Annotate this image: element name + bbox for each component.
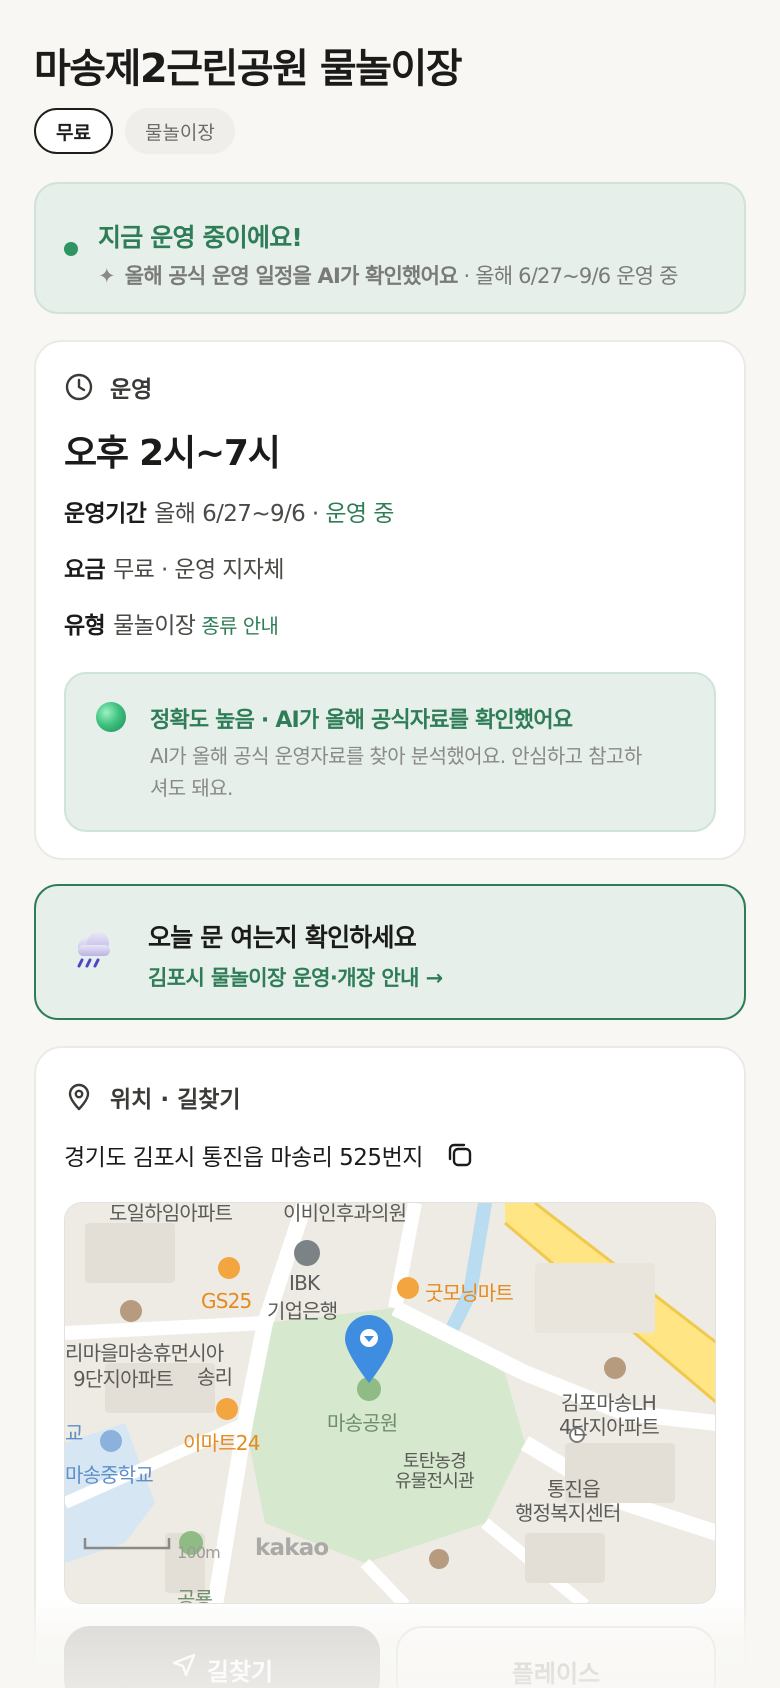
ai-accuracy-description: AI가 올해 공식 운영자료를 찾아 분석했어요. 안심하고 참고하셔도 돼요. bbox=[150, 744, 642, 800]
fee-value: 무료 · 운영 지자체 bbox=[113, 557, 284, 583]
map-label: 마송중학교 bbox=[65, 1463, 154, 1487]
map-view[interactable]: 도일하임아파트 이비인후과의원 IBK 기업은행 GS25 굿모닝마트 리마을마… bbox=[64, 1202, 716, 1604]
operating-hours: 오후 2시~7시 bbox=[64, 433, 281, 474]
status-dot-icon bbox=[64, 242, 78, 256]
page-title: 마송제2근린공원 물놀이장 bbox=[34, 46, 463, 92]
open-check-notice[interactable]: 오늘 문 여는지 확인하세요 김포시 물놀이장 운영·개장 안내 → bbox=[34, 884, 746, 1020]
ai-orb-icon bbox=[96, 702, 126, 732]
location-pin-icon bbox=[68, 1083, 90, 1111]
map-label: 행정복지센터 bbox=[515, 1501, 621, 1525]
tag-chips: 무료 물놀이장 bbox=[34, 108, 235, 154]
period-value: 올해 6/27~9/6 · bbox=[154, 501, 326, 527]
fee-row: 요금 무료 · 운영 지자체 bbox=[64, 550, 284, 584]
place-button[interactable]: 플레이스 bbox=[396, 1626, 716, 1688]
chip-fee[interactable]: 무료 bbox=[34, 108, 113, 154]
fee-key: 요금 bbox=[64, 557, 106, 583]
map-label: GS25 bbox=[201, 1289, 252, 1313]
map-label: 교 bbox=[65, 1421, 83, 1445]
type-row: 유형 물놀이장 종류 안내 bbox=[64, 606, 279, 640]
location-section-header: 위치 · 길찾기 bbox=[64, 1080, 241, 1114]
map-label: 굿모닝마트 bbox=[425, 1281, 514, 1305]
map-label: 송리 bbox=[197, 1365, 233, 1389]
period-key: 운영기간 bbox=[64, 501, 147, 527]
operation-card: 운영 오후 2시~7시 운영기간 올해 6/27~9/6 · 운영 중 요금 무료 … bbox=[34, 340, 746, 860]
status-subtitle: ✦ 올해 공식 운영 일정을 AI가 확인했어요 · 올해 6/27~9/6 운영… bbox=[98, 260, 738, 290]
place-label: 플레이스 bbox=[511, 1660, 601, 1688]
map-label: 기업은행 bbox=[267, 1299, 338, 1323]
chip-type[interactable]: 물놀이장 bbox=[124, 108, 235, 154]
map-label: 9단지아파트 bbox=[73, 1367, 174, 1391]
location-card: 위치 · 길찾기 경기도 김포시 통진읍 마송리 525번지 도일하임아파트 이… bbox=[34, 1046, 746, 1688]
address-text: 경기도 김포시 통진읍 마송리 525번지 bbox=[64, 1145, 423, 1171]
navigation-arrow-icon bbox=[172, 1653, 196, 1677]
map-scale-label: 100m bbox=[177, 1543, 221, 1562]
directions-label: 길찾기 bbox=[206, 1658, 274, 1686]
notice-link[interactable]: 김포시 물놀이장 운영·개장 안내 → bbox=[148, 962, 443, 992]
clock-icon bbox=[65, 373, 93, 401]
status-sub-bold: 올해 공식 운영 일정을 AI가 확인했어요 bbox=[124, 264, 459, 288]
period-status: 운영 중 bbox=[325, 501, 394, 527]
type-key: 유형 bbox=[64, 613, 106, 639]
kakao-map-logo: kakao bbox=[255, 1535, 329, 1561]
address-row: 경기도 김포시 통진읍 마송리 525번지 bbox=[64, 1138, 475, 1172]
map-label: 마송공원 bbox=[327, 1411, 398, 1435]
period-row: 운영기간 올해 6/27~9/6 · 운영 중 bbox=[64, 494, 394, 528]
map-label: 유물전시관 bbox=[395, 1471, 475, 1492]
location-section-label: 위치 · 길찾기 bbox=[110, 1087, 241, 1113]
type-value: 물놀이장 bbox=[113, 613, 196, 639]
operating-status-banner: 지금 운영 중이에요! ✦ 올해 공식 운영 일정을 AI가 확인했어요 · 올해… bbox=[34, 182, 746, 314]
ai-accuracy-title: 정확도 높음 · AI가 올해 공식자료를 확인했어요 bbox=[150, 708, 573, 733]
map-label: 4단지아파트 bbox=[559, 1415, 660, 1439]
status-title: 지금 운영 중이에요! bbox=[98, 223, 303, 252]
notice-title: 오늘 문 여는지 확인하세요 bbox=[148, 923, 417, 952]
sparkle-icon: ✦ bbox=[98, 264, 116, 288]
copy-icon[interactable] bbox=[445, 1140, 475, 1170]
page: 마송제2근린공원 물놀이장 무료 물놀이장 지금 운영 중이에요! ✦ 올해 공식… bbox=[0, 0, 780, 1688]
operation-section-header: 운영 bbox=[64, 370, 152, 404]
map-label: 이비인후과의원 bbox=[283, 1202, 407, 1225]
status-sub-rest: · 올해 6/27~9/6 운영 중 bbox=[457, 264, 679, 288]
map-label: IBK bbox=[289, 1271, 320, 1295]
ai-accuracy-box: 정확도 높음 · AI가 올해 공식자료를 확인했어요 AI가 올해 공식 운영… bbox=[64, 672, 716, 832]
rain-cloud-icon bbox=[77, 932, 110, 968]
type-guide-link[interactable]: 종류 안내 bbox=[201, 614, 279, 638]
directions-button[interactable]: 길찾기 bbox=[64, 1626, 380, 1688]
map-label: 도일하임아파트 bbox=[109, 1202, 233, 1225]
map-label: 이마트24 bbox=[183, 1431, 260, 1455]
operation-section-label: 운영 bbox=[110, 377, 153, 403]
